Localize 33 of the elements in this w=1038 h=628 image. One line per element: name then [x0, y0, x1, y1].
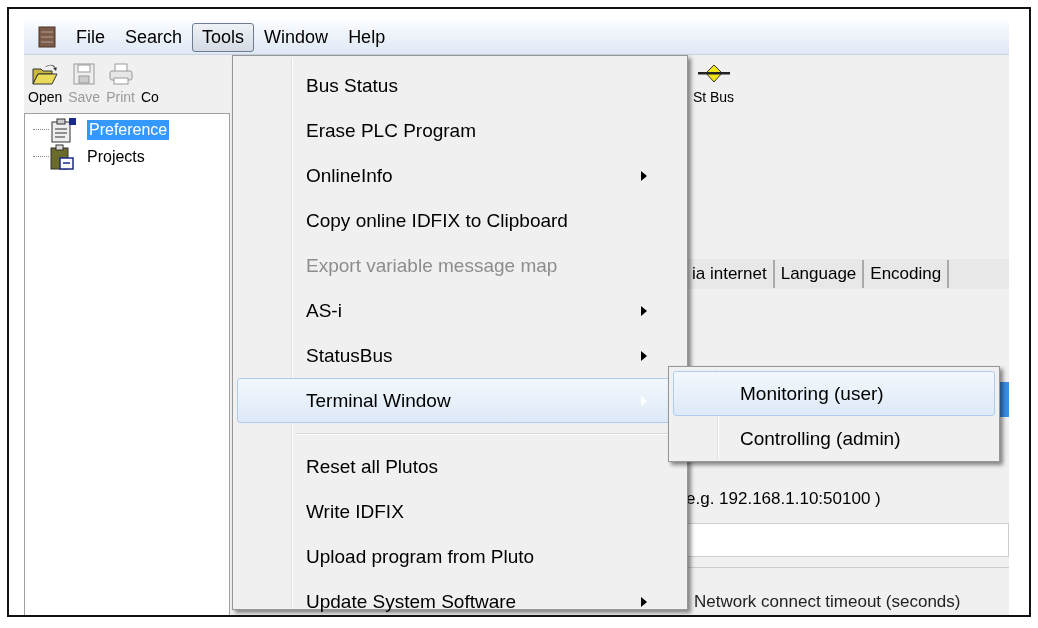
- menu-item[interactable]: Bus Status: [237, 63, 683, 108]
- submenu-arrow-icon: [640, 304, 648, 317]
- menu-item[interactable]: AS-i: [237, 288, 683, 333]
- tree-item[interactable]: Projects: [85, 146, 147, 167]
- menu-item[interactable]: File: [66, 22, 115, 52]
- menu-item[interactable]: Help: [338, 22, 396, 52]
- tab[interactable]: Encoding: [864, 260, 950, 288]
- menu-item[interactable]: Tools: [192, 22, 255, 52]
- tab[interactable]: Language: [774, 260, 865, 288]
- submenu-arrow-icon: [640, 349, 648, 362]
- menu-item[interactable]: Copy online IDFIX to Clipboard: [237, 198, 683, 243]
- menu-item[interactable]: Monitoring (user): [673, 371, 995, 416]
- printer-icon: [108, 63, 133, 85]
- menu-item[interactable]: Upload program from Pluto: [237, 534, 683, 579]
- submenu-arrow-icon: [640, 595, 648, 608]
- diamond-bus-icon: [696, 63, 731, 85]
- menu-item[interactable]: Write IDFIX: [237, 489, 683, 534]
- toolbar-button[interactable]: Co: [140, 61, 159, 105]
- menu-item[interactable]: Update System Software: [237, 579, 683, 615]
- application-icon: [38, 26, 56, 48]
- toolbar-button[interactable]: St Bus: [692, 61, 735, 105]
- timeout-label: Network connect timeout (seconds): [694, 592, 962, 612]
- open-folder-icon: [32, 63, 59, 85]
- toolbar-button[interactable]: Open: [28, 61, 63, 105]
- address-field[interactable]: [686, 523, 1009, 557]
- submenu-arrow-icon: [640, 169, 648, 182]
- menu-item[interactable]: Window: [254, 22, 339, 52]
- submenu-arrow-icon: [640, 394, 648, 407]
- menu-item[interactable]: Search: [115, 22, 193, 52]
- menu-item[interactable]: Erase PLC Program: [237, 108, 683, 153]
- menu-item[interactable]: OnlineInfo: [237, 153, 683, 198]
- project-clipboard-icon: [49, 142, 75, 171]
- settings-clipboard-icon: [49, 116, 77, 143]
